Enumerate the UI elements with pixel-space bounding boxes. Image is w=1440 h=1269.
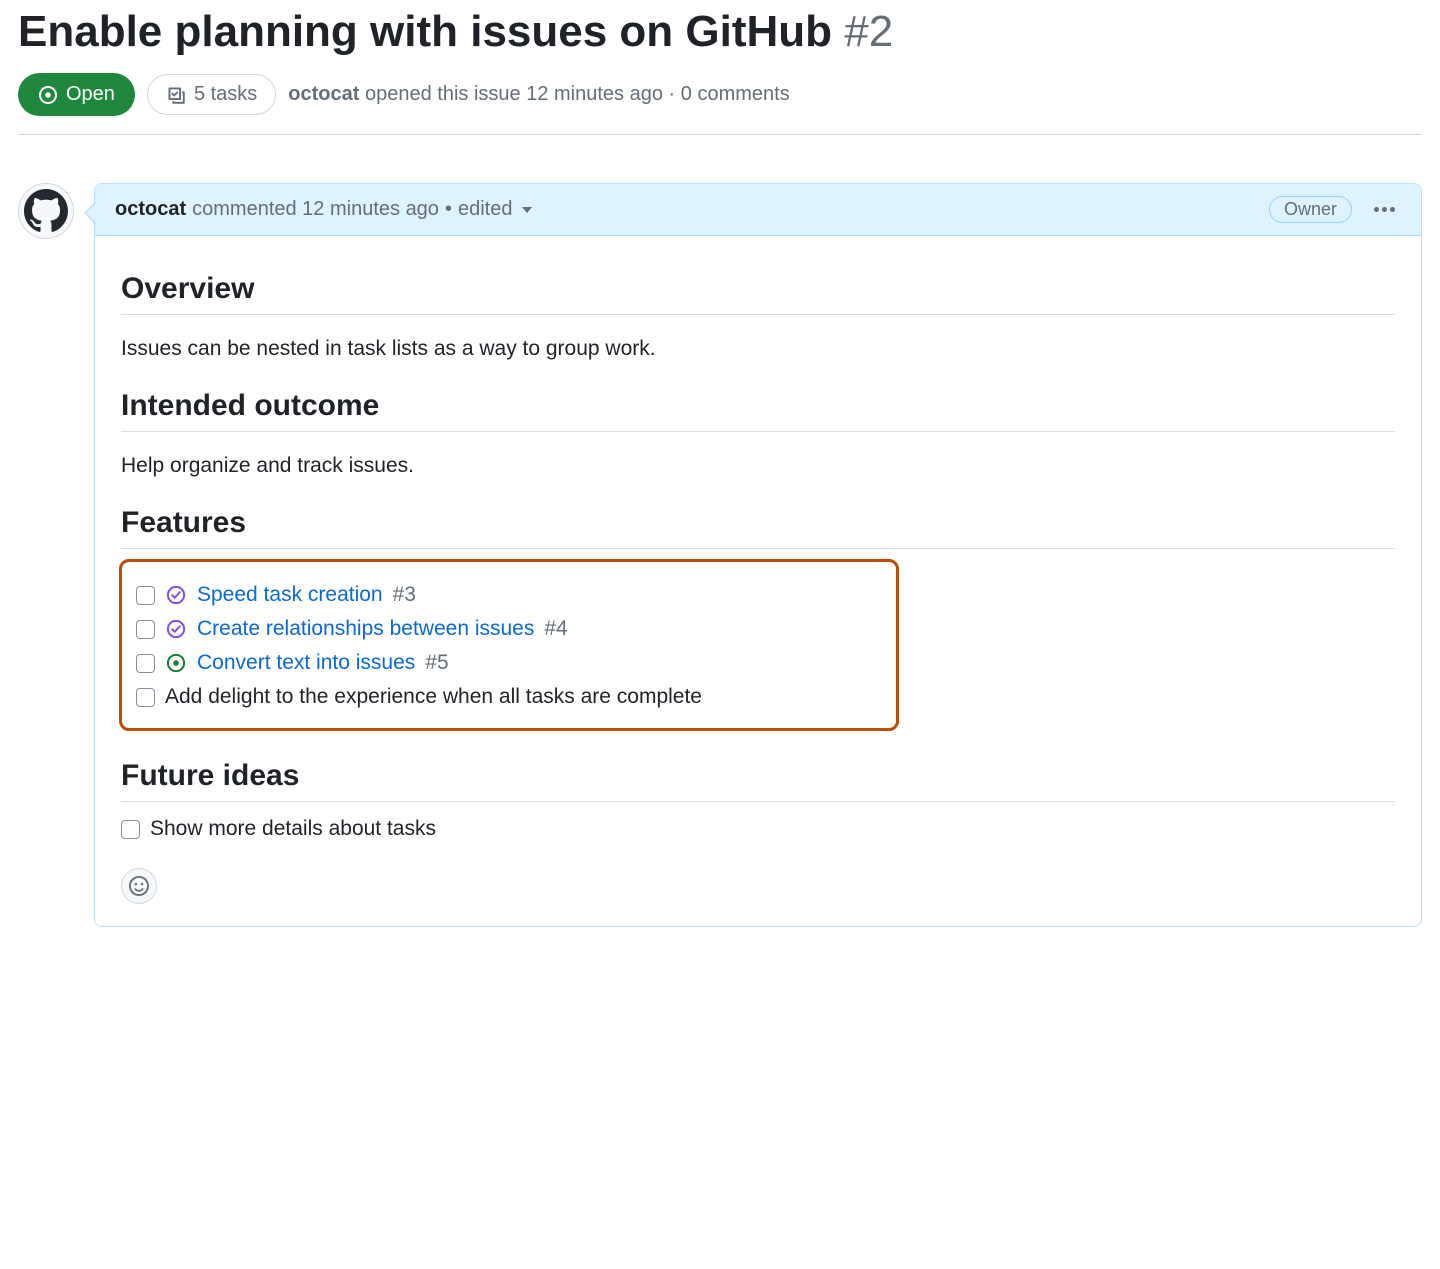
task-checkbox[interactable] (136, 620, 155, 639)
paragraph-outcome: Help organize and track issues. (121, 454, 1395, 478)
issue-closed-icon (165, 584, 187, 606)
issue-title-text: Enable planning with issues on GitHub (18, 7, 832, 56)
task-list-item: Convert text into issues #5 (136, 646, 882, 680)
future-task-list: Show more details about tasks (121, 812, 1395, 846)
task-checkbox[interactable] (136, 586, 155, 605)
issue-ref: #3 (393, 583, 416, 607)
issue-meta-row: Open 5 tasks octocat opened this issue 1… (18, 73, 1422, 135)
comment-author[interactable]: octocat (115, 198, 186, 221)
issue-ref: #5 (425, 651, 448, 675)
chevron-down-icon (522, 207, 532, 213)
task-checkbox[interactable] (136, 654, 155, 673)
task-list-item: Show more details about tasks (121, 812, 1395, 846)
state-open-pill: Open (18, 73, 135, 116)
issue-closed-icon (165, 618, 187, 640)
task-checkbox[interactable] (121, 820, 140, 839)
comment-body: Overview Issues can be nested in task li… (95, 236, 1421, 926)
owner-badge: Owner (1269, 196, 1352, 223)
features-task-list: Speed task creation #3Create relationshi… (136, 578, 882, 714)
kebab-menu-button[interactable] (1368, 201, 1401, 218)
heading-overview: Overview (121, 272, 1395, 315)
meta-author[interactable]: octocat (288, 83, 359, 105)
issue-open-icon (38, 85, 58, 105)
edited-dropdown[interactable]: edited (458, 198, 532, 221)
issue-number: #2 (844, 7, 893, 56)
smiley-icon (129, 876, 149, 896)
paragraph-overview: Issues can be nested in task lists as a … (121, 337, 1395, 361)
comment-timestamp[interactable]: commented 12 minutes ago (192, 198, 439, 221)
heading-features: Features (121, 506, 1395, 549)
tasklist-icon (166, 85, 186, 105)
tasks-pill[interactable]: 5 tasks (147, 74, 276, 115)
task-list-item: Speed task creation #3 (136, 578, 882, 612)
issue-link[interactable]: Create relationships between issues (197, 617, 534, 641)
issue-ref: #4 (544, 617, 567, 641)
octocat-icon (24, 189, 68, 233)
heading-future: Future ideas (121, 759, 1395, 802)
task-text: Add delight to the experience when all t… (165, 685, 702, 709)
issue-link[interactable]: Speed task creation (197, 583, 383, 607)
comment-header: octocat commented 12 minutes ago • edite… (95, 184, 1421, 236)
heading-outcome: Intended outcome (121, 389, 1395, 432)
features-highlight-box: Speed task creation #3Create relationshi… (119, 559, 899, 731)
task-list-item: Create relationships between issues #4 (136, 612, 882, 646)
task-list-item: Add delight to the experience when all t… (136, 680, 882, 714)
comment-box: octocat commented 12 minutes ago • edite… (94, 183, 1422, 927)
task-text: Show more details about tasks (150, 817, 436, 841)
avatar[interactable] (18, 183, 74, 239)
issue-meta-text: octocat opened this issue 12 minutes ago… (288, 83, 789, 106)
issue-title: Enable planning with issues on GitHub #2 (18, 4, 1422, 59)
meta-opened: opened this issue 12 minutes ago (365, 83, 663, 105)
meta-comments: 0 comments (681, 83, 790, 105)
task-checkbox[interactable] (136, 688, 155, 707)
state-label: Open (66, 83, 115, 106)
tasks-count: 5 tasks (194, 83, 257, 106)
issue-link[interactable]: Convert text into issues (197, 651, 415, 675)
issue-open-icon (165, 652, 187, 674)
add-reaction-button[interactable] (121, 868, 157, 904)
